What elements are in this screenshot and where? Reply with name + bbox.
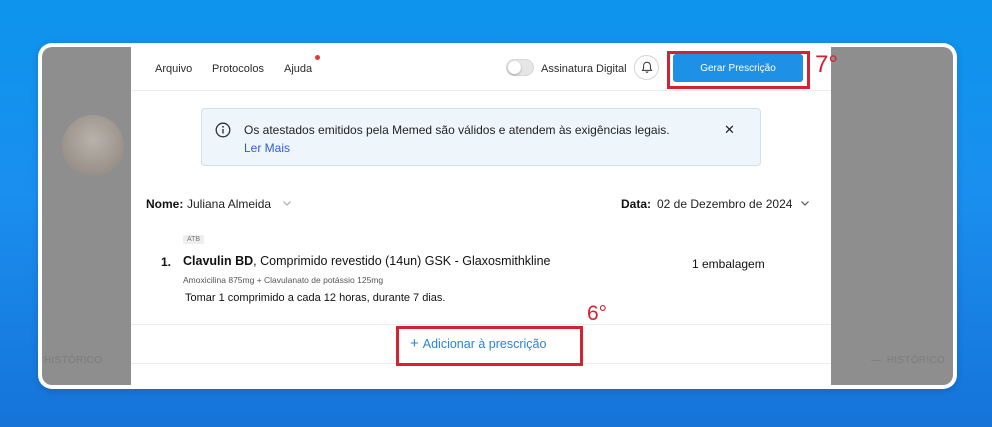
info-banner: Os atestados emitidos pela Memed são vál… (201, 108, 761, 166)
drug-description: , Comprimido revestido (14un) GSK - Glax… (253, 254, 551, 268)
historico-tab-right[interactable]: HISTÓRICO (887, 355, 945, 366)
drug-name: Clavulin BD (183, 254, 254, 268)
bell-button[interactable] (634, 55, 659, 80)
menu-ajuda[interactable]: Ajuda (284, 63, 312, 75)
patient-avatar (62, 115, 124, 177)
toggle-knob (508, 61, 521, 74)
digital-signature-label: Assinatura Digital (541, 63, 627, 75)
historico-tab-left[interactable]: HISTÓRICO (44, 355, 102, 366)
date-label: Data: (621, 197, 652, 211)
chevron-down-icon[interactable] (281, 197, 293, 209)
drug-composition: Amoxicilina 875mg + Clavulanato de potás… (183, 275, 384, 285)
drug-title: Clavulin BD, Comprimido revestido (14un)… (183, 254, 550, 268)
bell-icon (640, 61, 653, 73)
notification-dot (315, 55, 320, 60)
read-more-link[interactable]: Ler Mais (244, 141, 290, 155)
highlight-add-button (396, 326, 583, 366)
digital-signature-toggle[interactable] (506, 59, 534, 76)
menu-protocolos[interactable]: Protocolos (212, 63, 264, 75)
info-icon (215, 122, 231, 138)
step-7-label: 7° (815, 51, 838, 78)
item-number: 1. (161, 255, 172, 269)
drug-instructions: Tomar 1 comprimido a cada 12 horas, dura… (185, 292, 446, 304)
step-6-label: 6° (587, 302, 608, 325)
atb-badge: ATB (183, 235, 205, 244)
drug-quantity: 1 embalagem (692, 257, 765, 271)
background-dash: — (871, 355, 881, 366)
banner-message: Os atestados emitidos pela Memed são vál… (244, 123, 670, 137)
highlight-generate-button (667, 51, 810, 89)
name-label: Nome: (146, 197, 184, 211)
patient-name[interactable]: Juliana Almeida (187, 197, 271, 211)
close-icon[interactable]: ✕ (724, 122, 735, 138)
prescription-date[interactable]: 02 de Dezembro de 2024 (657, 197, 792, 211)
chevron-down-icon[interactable] (799, 197, 811, 209)
divider (131, 324, 831, 325)
menu-arquivo[interactable]: Arquivo (155, 63, 192, 75)
